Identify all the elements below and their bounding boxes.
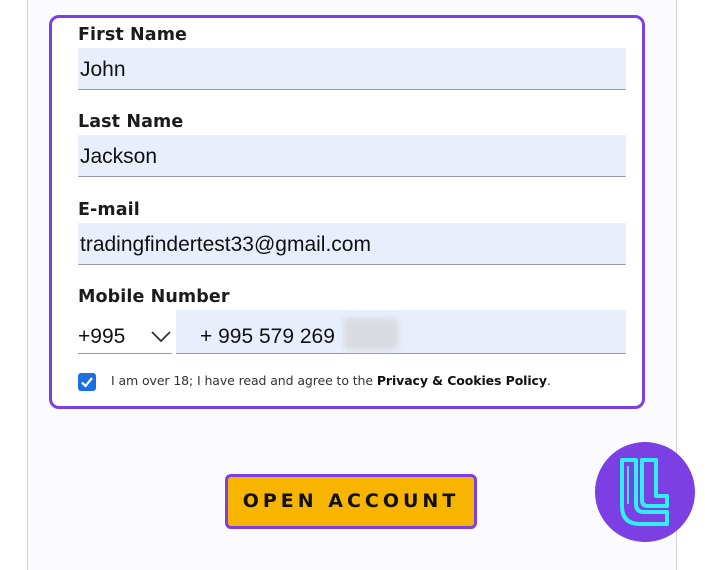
checkmark-icon bbox=[81, 377, 93, 388]
tradingfinder-logo-icon bbox=[595, 442, 695, 542]
first-name-input[interactable]: John bbox=[78, 48, 626, 90]
consent-checkbox[interactable] bbox=[78, 373, 96, 391]
country-code-select[interactable]: +995 bbox=[78, 318, 172, 354]
privacy-policy-link[interactable]: Privacy & Cookies Policy bbox=[377, 373, 547, 388]
phone-redaction bbox=[344, 318, 398, 350]
email-input[interactable]: tradingfindertest33@gmail.com bbox=[78, 223, 626, 265]
consent-text: I am over 18; I have read and agree to t… bbox=[111, 373, 551, 388]
phone-number-input[interactable]: + 995 579 269 bbox=[176, 310, 626, 354]
open-account-button[interactable]: OPEN ACCOUNT bbox=[225, 474, 477, 529]
email-label: E-mail bbox=[78, 200, 140, 220]
chevron-down-icon bbox=[151, 331, 171, 343]
country-code-value: +995 bbox=[78, 325, 126, 348]
last-name-label: Last Name bbox=[78, 112, 184, 132]
consent-statement: I am over 18; I have read and agree to t… bbox=[111, 373, 377, 388]
mobile-number-label: Mobile Number bbox=[78, 287, 230, 307]
last-name-input[interactable]: Jackson bbox=[78, 135, 626, 177]
consent-suffix: . bbox=[546, 373, 551, 388]
first-name-label: First Name bbox=[78, 25, 188, 45]
